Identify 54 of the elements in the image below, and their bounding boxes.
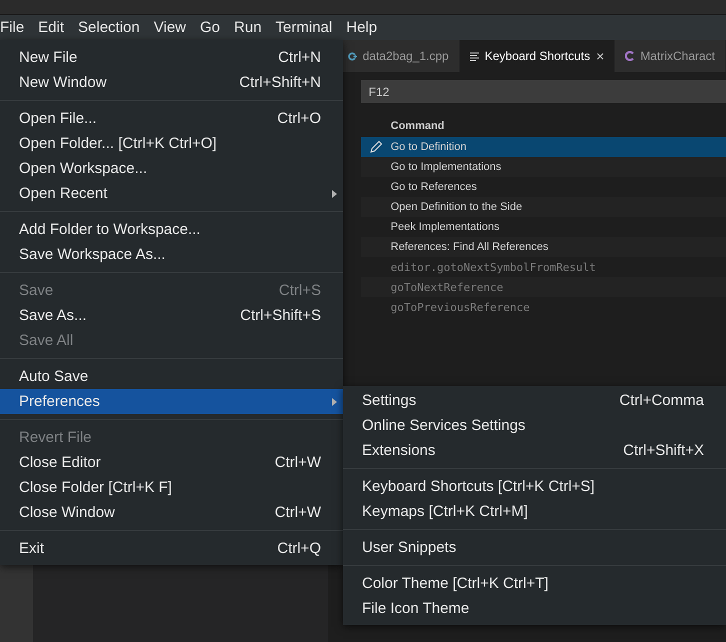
shortcut-text: Ctrl+O	[277, 110, 321, 127]
shortcut-text: Ctrl+Comma	[619, 392, 704, 409]
search-field[interactable]: F12	[360, 80, 726, 103]
shortcut-text: Ctrl+Shift+S	[240, 307, 321, 324]
c-file-icon	[625, 51, 634, 61]
cpp-file-icon	[348, 52, 357, 60]
command-row[interactable]: goToNextReference	[360, 277, 726, 297]
menu-item[interactable]: Open Folder... [Ctrl+K Ctrl+O]	[0, 131, 343, 156]
command-row[interactable]: Open Definition to the Side	[360, 197, 726, 217]
menu-item[interactable]: Preferences	[0, 389, 343, 414]
menu-item[interactable]: Keymaps [Ctrl+K Ctrl+M]	[343, 499, 726, 524]
menubar-item[interactable]: View	[146, 19, 193, 36]
menu-item[interactable]: User Snippets	[343, 535, 726, 560]
command-row[interactable]: Go to Definition	[360, 137, 726, 157]
menu-item[interactable]: Save Workspace As...	[0, 242, 343, 267]
menu-item[interactable]: Settings Ctrl+Comma	[343, 388, 726, 413]
menu-item[interactable]: Close Folder [Ctrl+K F]	[0, 475, 343, 500]
menubar-item[interactable]: Go	[193, 19, 228, 36]
menu-item[interactable]: Open Workspace...	[0, 156, 343, 181]
menubar-item[interactable]: Help	[339, 19, 384, 36]
menu-item[interactable]: Close Window Ctrl+W	[0, 500, 343, 525]
close-icon[interactable]: ×	[596, 48, 604, 64]
shortcut-text: Ctrl+W	[274, 454, 321, 471]
menubar-item[interactable]: Terminal	[268, 19, 340, 36]
column-header: Command	[390, 119, 446, 134]
pencil-icon[interactable]	[368, 140, 383, 154]
command-row[interactable]: References: Find All References	[360, 237, 726, 257]
menu-item[interactable]: Exit Ctrl+Q	[0, 536, 343, 561]
editor-tab[interactable]: MatrixCharact	[615, 40, 726, 72]
menu-item[interactable]: Close Editor Ctrl+W	[0, 450, 343, 475]
menu-item[interactable]: New Window Ctrl+Shift+N	[0, 70, 343, 95]
editor-tab[interactable]: Keyboard Shortcuts ×	[460, 40, 616, 72]
menubar-item[interactable]: File	[0, 19, 32, 36]
shortcut-text: Ctrl+Shift+X	[623, 442, 704, 459]
shortcut-text: Ctrl+S	[278, 282, 321, 299]
menu-item[interactable]: Save As... Ctrl+Shift+S	[0, 303, 343, 328]
list-icon	[470, 52, 479, 60]
menu-item[interactable]: Auto Save	[0, 364, 343, 389]
menu-item[interactable]: Color Theme [Ctrl+K Ctrl+T]	[343, 571, 726, 596]
menubar-item[interactable]: Edit	[31, 19, 72, 36]
shortcut-text: Ctrl+W	[274, 504, 321, 521]
menu-item[interactable]: Open File... Ctrl+O	[0, 106, 343, 131]
menu-item[interactable]: Add Folder to Workspace...	[0, 217, 343, 242]
menu-item[interactable]: Open Recent	[0, 181, 343, 206]
menubar-item[interactable]: Run	[227, 19, 269, 36]
menu-item[interactable]: File Icon Theme	[343, 596, 726, 621]
menu-item[interactable]: Extensions Ctrl+Shift+X	[343, 438, 726, 463]
menu-item[interactable]: Keyboard Shortcuts [Ctrl+K Ctrl+S]	[343, 474, 726, 499]
shortcut-text: Ctrl+Q	[277, 540, 321, 557]
shortcut-text: Ctrl+Shift+N	[239, 74, 321, 91]
shortcut-text: Ctrl+N	[278, 49, 321, 66]
command-row[interactable]: Go to Implementations	[360, 157, 726, 177]
menu-item[interactable]: Online Services Settings	[343, 413, 726, 438]
menubar-item[interactable]: Selection	[71, 19, 147, 36]
